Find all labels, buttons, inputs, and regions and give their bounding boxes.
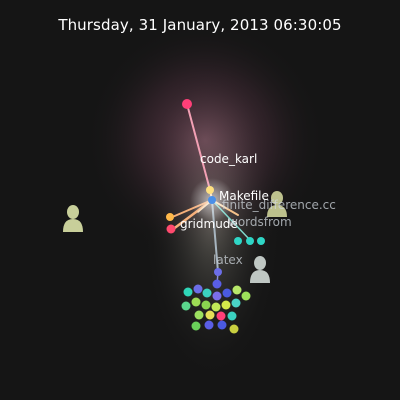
file-node[interactable] bbox=[232, 285, 242, 295]
edge-code-karl bbox=[186, 103, 211, 191]
file-node[interactable] bbox=[166, 224, 176, 234]
file-node[interactable] bbox=[204, 320, 214, 330]
file-node[interactable] bbox=[211, 302, 221, 312]
file-node[interactable] bbox=[217, 320, 227, 330]
file-node[interactable] bbox=[234, 237, 242, 245]
file-node[interactable] bbox=[191, 321, 201, 331]
file-node[interactable] bbox=[231, 298, 241, 308]
label-code-karl: code_karl bbox=[200, 152, 257, 166]
label-finite-difference: finite_difference.cc bbox=[222, 198, 336, 212]
label-wordsfrom: wordsfrom bbox=[228, 215, 292, 229]
file-node[interactable] bbox=[212, 291, 222, 301]
file-node[interactable] bbox=[227, 311, 237, 321]
file-node[interactable] bbox=[183, 287, 193, 297]
file-node[interactable] bbox=[212, 279, 222, 289]
file-node[interactable] bbox=[182, 99, 192, 109]
file-node[interactable] bbox=[229, 324, 239, 334]
user-avatar-icon[interactable] bbox=[250, 256, 270, 283]
file-node[interactable] bbox=[205, 310, 215, 320]
file-node[interactable] bbox=[201, 300, 211, 310]
visualization-canvas: Thursday, 31 January, 2013 06:30:05 code… bbox=[0, 0, 400, 400]
file-node[interactable] bbox=[216, 311, 226, 321]
file-node[interactable] bbox=[257, 237, 265, 245]
file-node[interactable] bbox=[166, 213, 174, 221]
file-node[interactable] bbox=[194, 310, 204, 320]
file-node[interactable] bbox=[202, 288, 212, 298]
file-node[interactable] bbox=[181, 301, 191, 311]
file-node[interactable] bbox=[221, 300, 231, 310]
directory-node[interactable] bbox=[206, 186, 214, 194]
file-node[interactable] bbox=[191, 297, 201, 307]
file-node[interactable] bbox=[193, 284, 203, 294]
file-node[interactable] bbox=[246, 237, 254, 245]
file-node[interactable] bbox=[241, 291, 251, 301]
user-avatar-icon[interactable] bbox=[63, 205, 83, 232]
label-latex: latex bbox=[213, 253, 243, 267]
file-tree-graph: code_karl Makefile finite_difference.cc … bbox=[63, 99, 336, 334]
file-node[interactable] bbox=[208, 196, 216, 204]
file-node[interactable] bbox=[222, 288, 232, 298]
directory-node[interactable] bbox=[214, 268, 222, 276]
